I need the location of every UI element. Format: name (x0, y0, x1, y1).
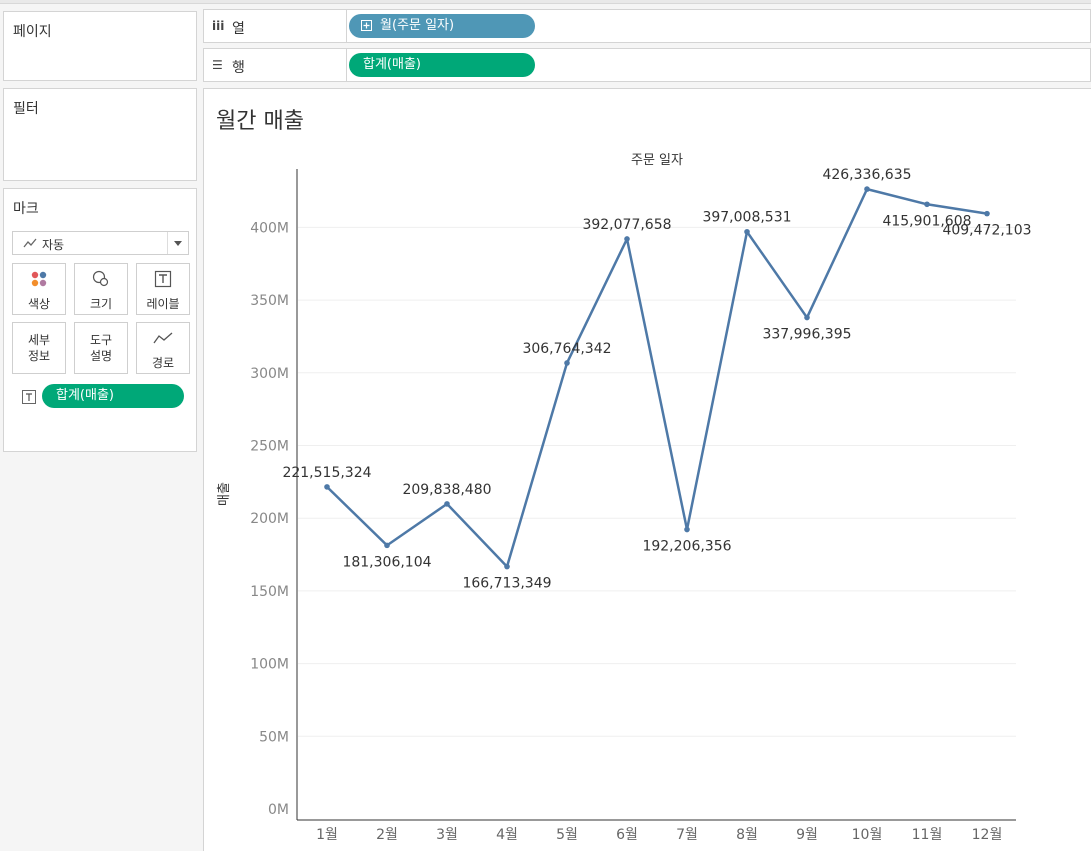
columns-pill[interactable]: 월(주문 일자) (349, 14, 535, 38)
top-tab-strip (0, 0, 1091, 4)
data-point (624, 236, 630, 242)
data-point (504, 563, 510, 570)
detail-button[interactable]: 세부 정보 (12, 322, 66, 374)
data-label: 306,764,342 (522, 341, 611, 357)
columns-icon: iii (212, 19, 225, 33)
detail-button-label: 세부 정보 (27, 333, 51, 363)
series-line (326, 187, 988, 568)
path-button[interactable]: 경로 (136, 322, 190, 374)
color-button-label: 색상 (27, 297, 51, 311)
line-chart[interactable]: 0M 50M 100M 150M 200M 250M 300M 350M 400M 주문 일자매출… (204, 89, 1091, 851)
expand-plus-icon[interactable] (361, 20, 372, 31)
rows-shelf: ☰ 행 합계(매출) (203, 48, 1091, 82)
pages-panel-title: 페이지 (13, 24, 52, 40)
filters-panel-title: 필터 (13, 101, 39, 117)
label-button[interactable]: 레이블 (136, 263, 190, 315)
x-tick-label: 1월 (316, 827, 338, 843)
data-label: 426,336,635 (822, 167, 911, 183)
columns-shelf-label: iii 열 (204, 10, 347, 42)
line-chart-icon (23, 238, 37, 248)
data-label: 221,515,324 (282, 465, 371, 481)
pages-panel[interactable]: 페이지 (3, 11, 197, 81)
data-label: 337,996,395 (762, 327, 851, 343)
x-tick-label: 7월 (676, 827, 698, 843)
data-point (744, 228, 750, 235)
marks-panel: 마크 자동 색상 크기 레이블 세부 정보 도구 설명 경로 합계(매출) (3, 188, 197, 452)
size-button-label: 크기 (89, 297, 113, 311)
y-tick-label: 400M (250, 220, 289, 236)
y-tick-label: 200M (250, 511, 289, 527)
data-label: 392,077,658 (582, 217, 671, 233)
tooltip-button[interactable]: 도구 설명 (74, 322, 128, 374)
mark-type-value: 자동 (42, 238, 65, 252)
data-point (684, 526, 690, 533)
y-tick-label: 100M (250, 657, 289, 673)
data-label: 209,838,480 (402, 482, 491, 498)
tooltip-button-label: 도구 설명 (89, 333, 113, 363)
mark-type-dropdown[interactable]: 자동 (12, 231, 189, 255)
data-label: 409,472,103 (942, 223, 1031, 239)
y-tick-label: 300M (250, 366, 289, 382)
y-tick-label: 250M (250, 439, 289, 455)
rows-pill[interactable]: 합계(매출) (349, 53, 535, 77)
y-tick-label: 350M (250, 293, 289, 309)
label-t-icon (22, 390, 36, 404)
columns-shelf: iii 열 월(주문 일자) (203, 9, 1091, 43)
path-line-icon (153, 332, 173, 344)
x-tick-label: 6월 (616, 827, 638, 843)
y-tick-label: 150M (250, 584, 289, 600)
y-axis-title: 매출 (217, 482, 232, 506)
marks-panel-title: 마크 (13, 201, 39, 217)
x-tick-label: 4월 (496, 827, 518, 843)
data-point (324, 484, 330, 490)
x-tick-label: 3월 (436, 827, 458, 843)
x-tick-label: 2월 (376, 827, 398, 843)
y-tick-label: 0M (268, 802, 289, 818)
y-tick-label: 50M (259, 729, 289, 745)
columns-pill-text: 월(주문 일자) (380, 18, 455, 33)
columns-label-text: 열 (232, 21, 245, 37)
label-button-label: 레이블 (146, 297, 180, 311)
label-t-icon (154, 270, 172, 288)
path-button-label: 경로 (151, 356, 175, 370)
marks-field-pill[interactable]: 합계(매출) (42, 384, 184, 408)
x-tick-label: 5월 (556, 827, 578, 843)
rows-icon: ☰ (212, 58, 223, 72)
data-point (564, 360, 570, 366)
rows-label-text: 행 (232, 60, 245, 76)
x-tick-label: 12월 (972, 827, 1003, 843)
data-point (384, 542, 390, 549)
data-point (864, 186, 870, 192)
worksheet-view: 월간 매출 0M 50M 100M 150M 200M 250M 300M 350M 400M 주… (203, 88, 1091, 851)
x-tick-label: 8월 (736, 827, 758, 843)
rows-shelf-label: ☰ 행 (204, 49, 347, 81)
size-button[interactable]: 크기 (74, 263, 128, 315)
data-label: 181,306,104 (342, 554, 431, 570)
color-dots-icon (31, 271, 47, 287)
x-tick-label: 9월 (796, 827, 818, 843)
filters-panel[interactable]: 필터 (3, 88, 197, 181)
chevron-down-icon (174, 241, 182, 246)
data-point (984, 210, 990, 217)
data-point (924, 201, 930, 208)
data-label: 192,206,356 (642, 539, 731, 555)
data-label: 397,008,531 (702, 210, 791, 226)
x-tick-label: 11월 (912, 827, 943, 843)
data-point (444, 501, 450, 507)
data-point (804, 314, 810, 321)
size-circles-icon (92, 270, 109, 287)
dropdown-separator (167, 232, 168, 254)
x-tick-label: 10월 (852, 827, 883, 843)
x-axis-title: 주문 일자 (631, 153, 683, 168)
data-label: 166,713,349 (462, 576, 551, 592)
color-button[interactable]: 색상 (12, 263, 66, 315)
